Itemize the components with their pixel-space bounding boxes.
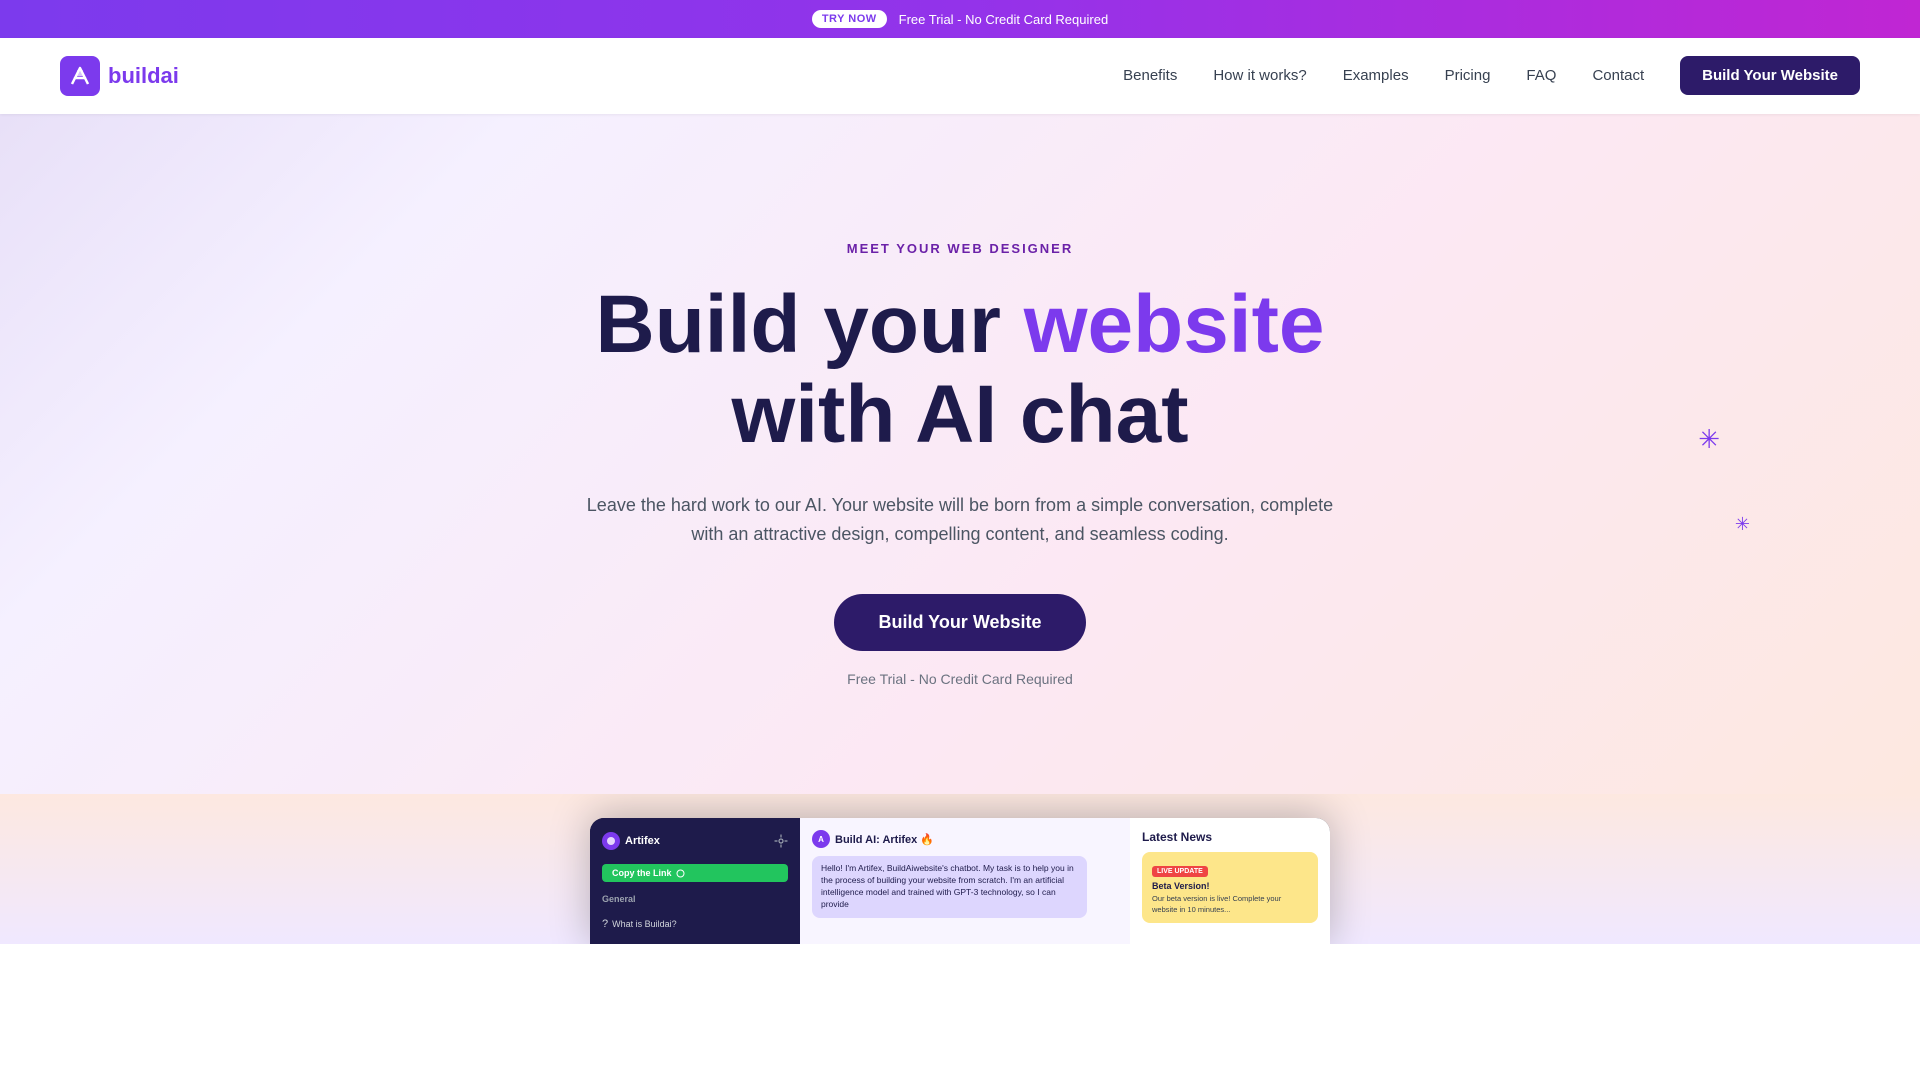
logo-icon <box>60 56 100 96</box>
mockup-settings-icon <box>774 834 788 848</box>
mockup-chatbot-dot <box>602 832 620 850</box>
mockup-avatar: A <box>812 830 830 848</box>
hero-headline-highlight: website <box>1024 279 1325 370</box>
mockup-chatbot-name: Artifex <box>602 832 660 850</box>
logo-text: buildai <box>108 63 179 89</box>
mockup-right-panel: Latest News LIVE UPDATE Beta Version! Ou… <box>1130 818 1330 944</box>
mockup-chat-bubble: Hello! I'm Artifex, BuildAiwebsite's cha… <box>812 856 1087 918</box>
app-preview-section: Artifex Copy the Link General ? What is … <box>0 794 1920 944</box>
nav-item-how-it-works[interactable]: How it works? <box>1213 67 1306 84</box>
nav-item-contact[interactable]: Contact <box>1592 67 1644 84</box>
navbar: buildai Benefits How it works? Examples … <box>0 38 1920 114</box>
mockup-chat-header-bar: Artifex <box>602 832 788 850</box>
deco-star-1: ✳ <box>1698 424 1720 455</box>
mockup-news-title: Latest News <box>1142 830 1318 844</box>
mockup-chat-title: A Build AI: Artifex 🔥 <box>812 830 1118 848</box>
nav-cta-button[interactable]: Build Your Website <box>1680 56 1860 95</box>
nav-item-examples[interactable]: Examples <box>1343 67 1409 84</box>
try-now-badge[interactable]: TRY NOW <box>812 10 887 28</box>
mockup-news-card-title: Beta Version! <box>1152 881 1308 891</box>
mockup-question-item[interactable]: ? What is Buildai? <box>602 914 788 934</box>
nav-item-faq[interactable]: FAQ <box>1526 67 1556 84</box>
mockup-general-label: General <box>602 894 788 904</box>
mockup-news-card: LIVE UPDATE Beta Version! Our beta versi… <box>1142 852 1318 923</box>
hero-cta-button[interactable]: Build Your Website <box>834 594 1085 651</box>
hero-headline-part1: Build your <box>596 279 1024 370</box>
nav-item-pricing[interactable]: Pricing <box>1445 67 1491 84</box>
mockup-middle-panel: A Build AI: Artifex 🔥 Hello! I'm Artifex… <box>800 818 1130 944</box>
hero-section: ✳ ✳ MEET YOUR WEB DESIGNER Build your we… <box>0 114 1920 794</box>
nav-links: Benefits How it works? Examples Pricing … <box>1123 67 1860 85</box>
hero-headline: Build your website with AI chat <box>596 280 1325 460</box>
hero-free-trial-text: Free Trial - No Credit Card Required <box>847 671 1073 687</box>
logo-link[interactable]: buildai <box>60 56 179 96</box>
mockup-news-badge: LIVE UPDATE <box>1152 866 1208 877</box>
announcement-bar: TRY NOW Free Trial - No Credit Card Requ… <box>0 0 1920 38</box>
hero-eyebrow: MEET YOUR WEB DESIGNER <box>847 241 1074 256</box>
announcement-text: Free Trial - No Credit Card Required <box>899 12 1109 27</box>
mockup-news-card-body: Our beta version is live! Complete your … <box>1152 894 1308 915</box>
hero-subtext: Leave the hard work to our AI. Your webs… <box>570 491 1350 550</box>
mockup-question-icon: ? <box>602 918 608 930</box>
mockup-left-panel: Artifex Copy the Link General ? What is … <box>590 818 800 944</box>
nav-item-benefits[interactable]: Benefits <box>1123 67 1177 84</box>
app-mockup: Artifex Copy the Link General ? What is … <box>590 818 1330 944</box>
deco-star-2: ✳ <box>1735 514 1750 535</box>
mockup-copy-link-button[interactable]: Copy the Link <box>602 864 788 882</box>
hero-headline-part2: with AI chat <box>731 369 1188 460</box>
